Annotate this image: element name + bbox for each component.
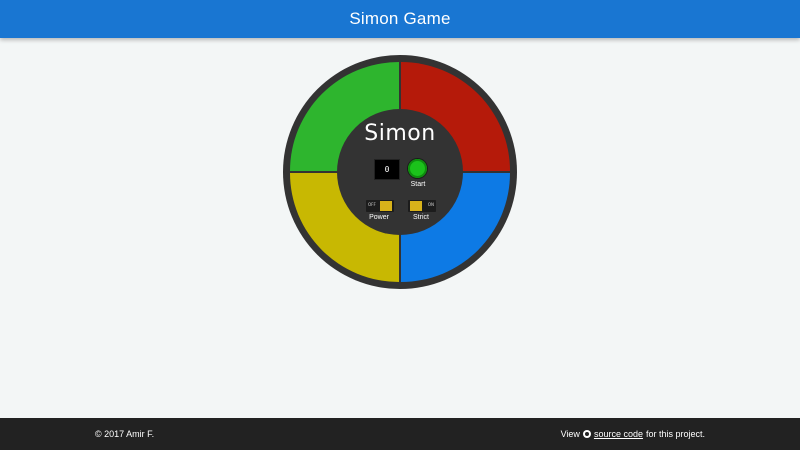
view-suffix: for this project. — [645, 429, 705, 439]
view-prefix: View — [560, 429, 580, 439]
power-label: Power — [369, 214, 389, 221]
strict-switch-knob[interactable] — [410, 201, 422, 211]
simon-board: Simon 0 Start OFF Power ON Strict — [283, 55, 517, 289]
copyright-text: © 2017 Amir F. — [95, 429, 155, 439]
source-attribution: View source code for this project. — [561, 429, 705, 439]
strict-switch[interactable]: ON — [408, 200, 436, 212]
power-switch-knob[interactable] — [380, 201, 392, 211]
strict-switch-text: ON — [427, 202, 434, 207]
power-switch[interactable]: OFF — [366, 200, 394, 212]
strict-label: Strict — [413, 214, 429, 221]
count-display: 0 — [374, 159, 400, 180]
start-button[interactable] — [408, 159, 427, 178]
simon-logo: Simon — [364, 121, 436, 146]
github-icon — [582, 430, 591, 438]
page-title: Simon Game — [349, 9, 451, 28]
power-switch-text: OFF — [368, 202, 376, 207]
control-panel: Simon 0 Start OFF Power ON Strict — [337, 109, 463, 235]
footer: © 2017 Amir F. View source code for this… — [0, 418, 800, 450]
start-label: Start — [410, 181, 426, 188]
source-code-link[interactable]: source code — [594, 429, 643, 439]
header-bar: Simon Game — [0, 0, 800, 38]
